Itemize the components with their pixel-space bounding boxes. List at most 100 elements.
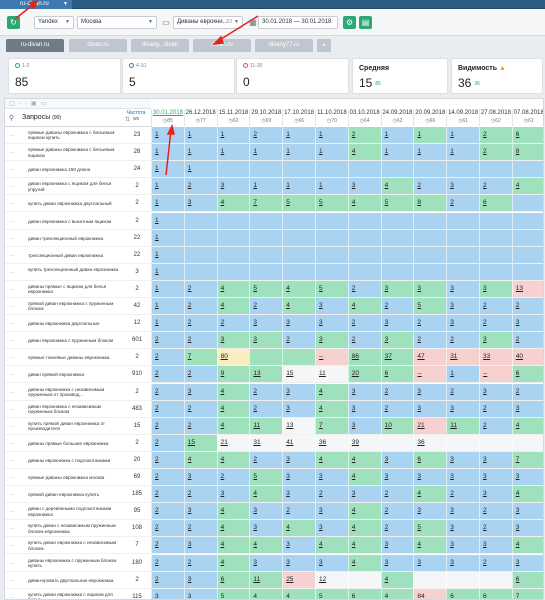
table-tools[interactable]: ▢◦◦▣▭: [5, 99, 151, 109]
position-cell[interactable]: 3: [216, 178, 250, 195]
position-cell[interactable]: 11: [315, 366, 348, 383]
position-cell[interactable]: [282, 229, 315, 246]
position-cell[interactable]: 15: [183, 434, 217, 451]
position-cell[interactable]: 84: [413, 588, 447, 599]
position-cell[interactable]: 4: [511, 537, 543, 554]
position-cell[interactable]: 3: [446, 554, 479, 571]
position-cell[interactable]: 3: [282, 469, 315, 486]
position-cell[interactable]: [183, 263, 217, 280]
position-cell[interactable]: 4: [249, 537, 283, 554]
position-cell[interactable]: 2: [183, 298, 217, 315]
position-cell[interactable]: 6: [413, 451, 447, 468]
position-cell[interactable]: 1: [216, 144, 250, 161]
position-cell[interactable]: 1: [151, 315, 184, 332]
position-cell[interactable]: [479, 212, 512, 229]
position-cell[interactable]: 3: [347, 178, 381, 195]
date-column-header[interactable]: 03.10.2018 ◷64: [347, 109, 381, 127]
position-cell[interactable]: [380, 246, 414, 263]
position-cell[interactable]: 4: [282, 298, 315, 315]
position-cell[interactable]: 3: [413, 503, 447, 520]
frequency-header[interactable]: Частота ws: [123, 110, 149, 122]
position-cell[interactable]: [479, 246, 512, 263]
position-cell[interactable]: 3: [511, 400, 543, 417]
position-cell[interactable]: [282, 246, 315, 263]
position-cell[interactable]: 5: [249, 469, 283, 486]
position-cell[interactable]: 80: [216, 349, 250, 366]
position-cell[interactable]: 3: [282, 486, 315, 503]
row-menu-icon[interactable]: ···: [9, 458, 15, 464]
position-cell[interactable]: [315, 246, 348, 263]
row-menu-icon[interactable]: ···: [9, 167, 15, 173]
position-cell[interactable]: 4: [380, 588, 414, 599]
position-cell[interactable]: 3: [479, 451, 512, 468]
position-cell[interactable]: 1: [249, 178, 283, 195]
position-cell[interactable]: [380, 212, 414, 229]
position-cell[interactable]: 11: [249, 417, 283, 434]
position-cell[interactable]: 4: [347, 195, 381, 212]
position-cell[interactable]: 5: [315, 280, 348, 297]
row-menu-icon[interactable]: ···: [9, 441, 15, 447]
position-cell[interactable]: [446, 161, 479, 178]
position-cell[interactable]: [347, 229, 381, 246]
position-cell[interactable]: 1: [282, 144, 315, 161]
position-cell[interactable]: [511, 229, 543, 246]
position-cell[interactable]: [315, 229, 348, 246]
position-cell[interactable]: --: [315, 349, 348, 366]
position-cell[interactable]: 2: [249, 127, 283, 144]
position-cell[interactable]: [413, 229, 447, 246]
position-cell[interactable]: 2: [413, 315, 447, 332]
position-cell[interactable]: 2: [151, 349, 184, 366]
position-cell[interactable]: 2: [151, 366, 184, 383]
position-cell[interactable]: 2: [282, 503, 315, 520]
position-cell[interactable]: 4: [380, 178, 414, 195]
position-cell[interactable]: 3: [183, 571, 217, 588]
position-cell[interactable]: 3: [183, 469, 217, 486]
settings-button[interactable]: ⚙: [343, 16, 356, 29]
engine-select[interactable]: Yandex ▼: [34, 16, 74, 29]
position-cell[interactable]: 1: [380, 144, 414, 161]
position-cell[interactable]: 4: [347, 503, 381, 520]
position-cell[interactable]: 4: [347, 537, 381, 554]
position-cell[interactable]: 1: [446, 144, 479, 161]
position-cell[interactable]: 2: [183, 315, 217, 332]
position-cell[interactable]: 4: [347, 298, 381, 315]
position-cell[interactable]: 2: [183, 417, 217, 434]
position-cell[interactable]: 1: [413, 144, 447, 161]
position-cell[interactable]: 5: [315, 195, 348, 212]
position-cell[interactable]: 3: [151, 588, 184, 599]
position-cell[interactable]: 4: [216, 554, 250, 571]
position-cell[interactable]: [413, 161, 447, 178]
position-cell[interactable]: 3: [446, 298, 479, 315]
position-cell[interactable]: 3: [446, 178, 479, 195]
position-cell[interactable]: 2: [249, 451, 283, 468]
position-cell[interactable]: --: [413, 366, 447, 383]
date-column-header[interactable]: 29.10.2018 ◷69: [249, 109, 282, 127]
position-cell[interactable]: 4: [282, 280, 315, 297]
position-cell[interactable]: 3: [315, 520, 348, 537]
position-cell[interactable]: 2: [249, 400, 283, 417]
position-cell[interactable]: 3: [249, 332, 283, 349]
position-cell[interactable]: [347, 263, 381, 280]
position-cell[interactable]: 2: [183, 366, 217, 383]
position-cell[interactable]: 2: [380, 520, 414, 537]
folder-icon[interactable]: ▭: [161, 18, 171, 28]
position-cell[interactable]: 5: [315, 588, 348, 599]
position-cell[interactable]: 13: [511, 280, 543, 297]
row-menu-icon[interactable]: ···: [9, 595, 15, 599]
position-cell[interactable]: 1: [315, 178, 348, 195]
position-cell[interactable]: 4: [315, 383, 348, 400]
position-cell[interactable]: 2: [151, 520, 184, 537]
position-cell[interactable]: 10: [380, 417, 414, 434]
position-cell[interactable]: 2: [380, 486, 414, 503]
row-menu-icon[interactable]: ···: [9, 150, 15, 156]
position-cell[interactable]: 3: [282, 451, 315, 468]
position-cell[interactable]: 3: [216, 486, 250, 503]
position-cell[interactable]: [479, 161, 512, 178]
tab-site-1[interactable]: divan.ru: [69, 39, 127, 52]
row-menu-icon[interactable]: ···: [9, 201, 15, 207]
position-cell[interactable]: 2: [511, 298, 543, 315]
position-cell[interactable]: 3: [511, 520, 543, 537]
position-cell[interactable]: 3: [282, 383, 315, 400]
position-cell[interactable]: [380, 229, 414, 246]
position-cell[interactable]: 1: [151, 212, 184, 229]
